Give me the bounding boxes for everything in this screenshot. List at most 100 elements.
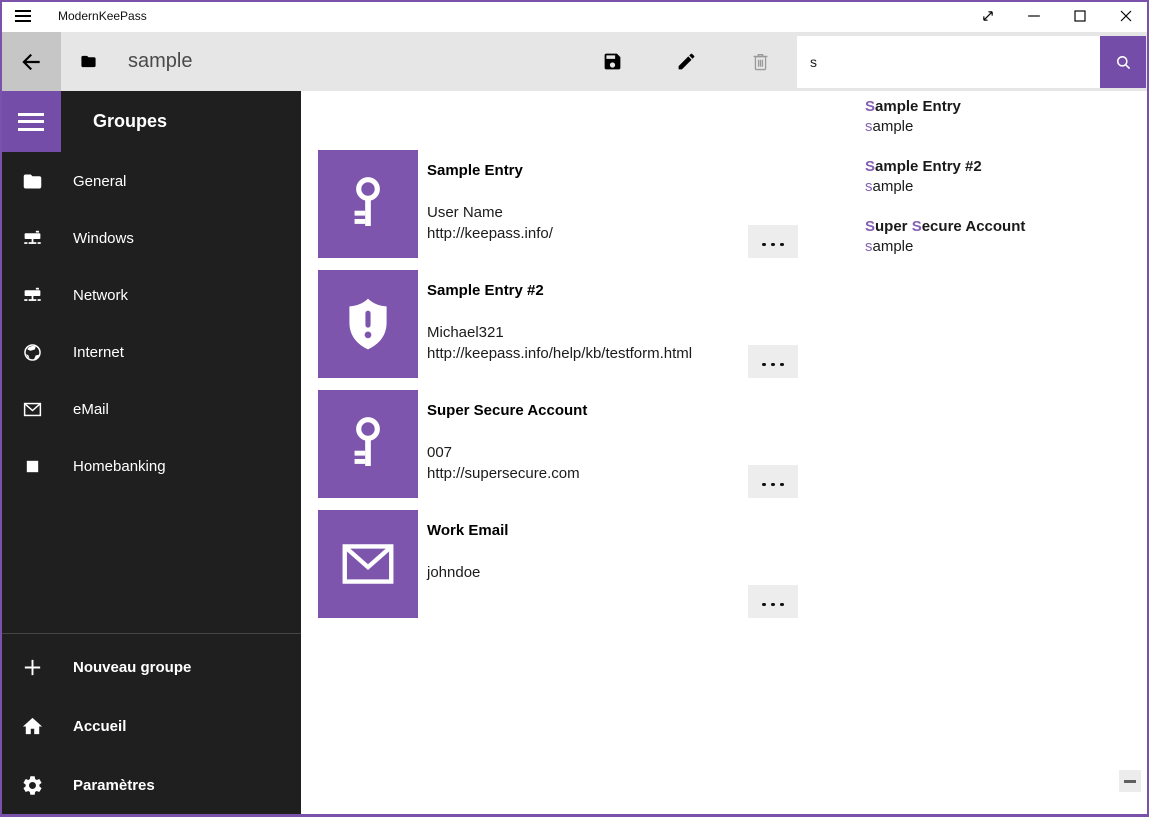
- entry-title: Work Email: [427, 522, 508, 539]
- sidebar: Groupes General Windows Network Internet…: [0, 91, 301, 817]
- entry-line: http://keepass.info/: [427, 223, 553, 244]
- network-icon: [17, 285, 47, 306]
- briefcase-icon: [80, 53, 97, 70]
- hamburger-icon: [15, 10, 31, 22]
- ellipsis-icon: [762, 354, 784, 369]
- search-suggestion-item[interactable]: Sample Entry #2 sample: [865, 157, 1145, 197]
- sidebar-action-item[interactable]: Paramètres: [0, 756, 301, 815]
- minus-icon: [1124, 780, 1136, 783]
- zoom-out-button[interactable]: [1119, 770, 1141, 792]
- sidebar-action-list: Nouveau groupe Accueil Paramètres: [0, 638, 301, 815]
- suggestion-subtitle: sample: [865, 177, 1145, 197]
- close-icon: [1116, 6, 1136, 26]
- gear-icon: [17, 774, 47, 797]
- suggestion-title: Sample Entry #2: [865, 157, 1145, 177]
- entry-more-button[interactable]: [748, 585, 798, 618]
- ellipsis-icon: [762, 234, 784, 249]
- sidebar-action-label: Nouveau groupe: [73, 659, 191, 676]
- database-info: sample: [80, 32, 192, 91]
- key-icon: [337, 413, 399, 475]
- sidebar-group-item[interactable]: Windows: [0, 210, 301, 267]
- search-box: [797, 36, 1146, 88]
- sidebar-action-label: Paramètres: [73, 777, 155, 794]
- shield-alert-icon: [337, 293, 399, 355]
- entry-line: http://keepass.info/help/kb/testform.htm…: [427, 343, 692, 364]
- sidebar-group-item[interactable]: Network: [0, 267, 301, 324]
- window-title: ModernKeePass: [58, 9, 147, 23]
- entry-details: User Namehttp://keepass.info/: [427, 202, 553, 244]
- search-icon: [1114, 53, 1133, 72]
- titlebar: ModernKeePass: [0, 0, 1149, 32]
- square-icon: [17, 456, 47, 477]
- delete-button[interactable]: [723, 32, 797, 91]
- command-buttons: [575, 32, 797, 91]
- entry-details: Michael321http://keepass.info/help/kb/te…: [427, 322, 692, 364]
- ellipsis-icon: [762, 594, 784, 609]
- back-arrow-icon: [18, 49, 44, 75]
- search-button[interactable]: [1100, 36, 1146, 88]
- entry-more-button[interactable]: [748, 225, 798, 258]
- entry-row[interactable]: Sample Entry #2 Michael321http://keepass…: [318, 270, 808, 378]
- entry-tile[interactable]: [318, 270, 418, 378]
- sidebar-group-label: eMail: [73, 401, 109, 418]
- entry-line: User Name: [427, 202, 553, 223]
- plus-icon: [17, 656, 47, 679]
- search-suggestions-flyout: Sample Entry sample Sample Entry #2 samp…: [865, 97, 1145, 277]
- sidebar-menu-button[interactable]: [0, 91, 61, 152]
- envelope-icon: [17, 399, 47, 420]
- search-input[interactable]: [797, 36, 1100, 88]
- sidebar-group-item[interactable]: eMail: [0, 381, 301, 438]
- sidebar-group-label: Internet: [73, 344, 124, 361]
- sidebar-action-item[interactable]: Accueil: [0, 697, 301, 756]
- save-button[interactable]: [575, 32, 649, 91]
- entry-row[interactable]: Work Email johndoe: [318, 510, 808, 618]
- entry-row[interactable]: Sample Entry User Namehttp://keepass.inf…: [318, 150, 808, 258]
- entry-row[interactable]: Super Secure Account 007http://supersecu…: [318, 390, 808, 498]
- app-command-bar: sample: [0, 32, 1149, 91]
- minimize-icon: [1024, 6, 1044, 26]
- maximize-button[interactable]: [1057, 0, 1103, 32]
- close-button[interactable]: [1103, 0, 1149, 32]
- database-name: sample: [128, 50, 192, 73]
- suggestion-title: Super Secure Account: [865, 217, 1145, 237]
- minimize-button[interactable]: [1011, 0, 1057, 32]
- sidebar-header: Groupes: [93, 91, 167, 152]
- sidebar-group-item[interactable]: General: [0, 153, 301, 210]
- entry-details: 007http://supersecure.com: [427, 442, 580, 484]
- globe-icon: [17, 342, 47, 363]
- entry-tile[interactable]: [318, 150, 418, 258]
- sidebar-group-label: General: [73, 173, 126, 190]
- entry-line: Michael321: [427, 322, 692, 343]
- entry-tile[interactable]: [318, 510, 418, 618]
- trash-icon: [750, 51, 771, 72]
- key-icon: [337, 173, 399, 235]
- sidebar-group-item[interactable]: Homebanking: [0, 438, 301, 495]
- sidebar-action-label: Accueil: [73, 718, 126, 735]
- fullscreen-button[interactable]: [965, 0, 1011, 32]
- sidebar-group-item[interactable]: Internet: [0, 324, 301, 381]
- entry-line: johndoe: [427, 562, 480, 583]
- back-button[interactable]: [0, 32, 61, 91]
- suggestion-title: Sample Entry: [865, 97, 1145, 117]
- folder-icon: [17, 171, 47, 192]
- entry-title: Sample Entry #2: [427, 282, 544, 299]
- sidebar-action-item[interactable]: Nouveau groupe: [0, 638, 301, 697]
- resize-diagonal-icon: [978, 6, 998, 26]
- sidebar-group-label: Network: [73, 287, 128, 304]
- window-controls: [965, 0, 1149, 32]
- edit-button[interactable]: [649, 32, 723, 91]
- search-suggestion-item[interactable]: Sample Entry sample: [865, 97, 1145, 137]
- suggestion-subtitle: sample: [865, 117, 1145, 137]
- entry-tile[interactable]: [318, 390, 418, 498]
- entry-more-button[interactable]: [748, 345, 798, 378]
- sidebar-separator: [0, 633, 301, 634]
- window-border: [0, 0, 1149, 2]
- window-border: [0, 0, 2, 817]
- entry-line: http://supersecure.com: [427, 463, 580, 484]
- suggestion-subtitle: sample: [865, 237, 1145, 257]
- home-icon: [17, 715, 47, 738]
- search-suggestion-item[interactable]: Super Secure Account sample: [865, 217, 1145, 257]
- entry-more-button[interactable]: [748, 465, 798, 498]
- entry-details: johndoe: [427, 562, 480, 583]
- edit-pencil-icon: [676, 51, 697, 72]
